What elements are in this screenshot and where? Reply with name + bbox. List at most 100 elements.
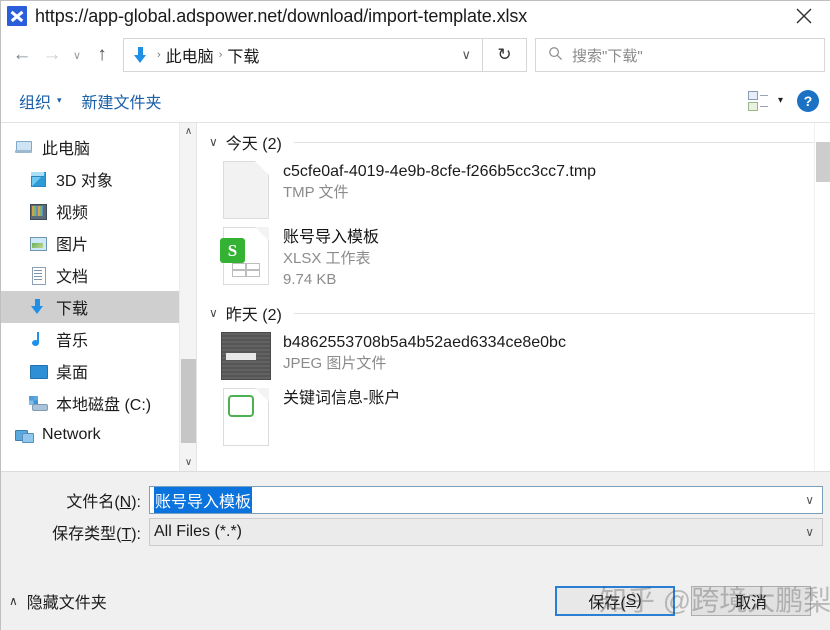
sidebar-item-label: 3D 对象 (56, 173, 113, 190)
sidebar-items: 此电脑 3D 对象 视频 图片 文档 下载 音乐 桌面 本地磁盘 (C:) Ne… (1, 123, 196, 451)
chevron-up-icon: ∧ (9, 594, 18, 608)
chevron-down-icon[interactable]: ∨ (209, 135, 218, 149)
chevron-down-icon[interactable]: ∨ (805, 493, 814, 507)
sidebar-item-music[interactable]: 音乐 (1, 323, 196, 355)
filename-label: 文件名(N): (66, 494, 141, 511)
file-group-label: 今天 (2) (225, 136, 282, 153)
file-type: XLSX 工作表 (283, 250, 371, 267)
file-group-header[interactable]: ∨ 今天 (2) (197, 127, 830, 157)
computer-icon (15, 138, 33, 156)
dialog-body: 此电脑 3D 对象 视频 图片 文档 下载 音乐 桌面 本地磁盘 (C:) Ne… (1, 123, 830, 471)
chevron-down-icon: ▾ (57, 95, 62, 105)
help-icon[interactable]: ? (797, 89, 819, 112)
chevron-down-icon[interactable]: ▾ (778, 95, 783, 106)
sidebar-item-label: 下载 (56, 301, 89, 318)
sidebar-item-label: 桌面 (56, 365, 89, 382)
file-group-header[interactable]: ∨ 昨天 (2) (197, 298, 830, 328)
hide-folders-button[interactable]: ∧ 隐藏文件夹 (9, 589, 107, 613)
organize-label: 组织 (19, 94, 52, 112)
organize-button[interactable]: 组织 ▾ (9, 86, 72, 116)
chevron-down-icon[interactable]: ∨ (805, 525, 814, 539)
sidebar-item-desktop[interactable]: 桌面 (1, 355, 196, 387)
xlsx-file-icon: S (220, 227, 269, 285)
new-folder-label: 新建文件夹 (81, 94, 162, 112)
chevron-down-icon[interactable]: ∨ (209, 306, 218, 320)
breadcrumb-item-downloads[interactable]: 下载 (227, 43, 259, 67)
sidebar-item-documents[interactable]: 文档 (1, 259, 196, 291)
forward-icon[interactable]: → (37, 38, 67, 72)
network-icon (15, 426, 34, 444)
search-input[interactable]: 搜索"下载" (535, 38, 825, 72)
file-thumbnail: S (220, 227, 271, 290)
file-thumbnail (221, 161, 271, 219)
sidebar-item-label: Network (42, 426, 101, 443)
up-icon[interactable]: ↑ (87, 38, 117, 72)
file-size: 9.74 KB (283, 271, 337, 288)
videos-icon (29, 202, 47, 220)
close-icon[interactable] (781, 1, 827, 31)
file-list-item[interactable]: b4862553708b5a4b52aed6334ce8e0bc JPEG 图片… (197, 328, 830, 384)
savetype-row: 保存类型(T): All Files (*.*) ∨ (1, 518, 830, 546)
address-bar[interactable]: › 此电脑 › 下载 ∨ (123, 38, 483, 72)
filename-value: 账号导入模板 (154, 487, 253, 513)
file-list-item[interactable]: 关键词信息-账户 (197, 384, 830, 450)
file-list-pane[interactable]: ∨ 今天 (2) c5cfe0af-4019-4e9b-8cfe-f266b5c… (196, 123, 830, 471)
file-list-item[interactable]: c5cfe0af-4019-4e9b-8cfe-f266b5cc3cc7.tmp… (197, 157, 830, 223)
file-list-item[interactable]: S 账号导入模板 XLSX 工作表 9.74 KB (197, 223, 830, 294)
file-type: JPEG 图片文件 (283, 355, 387, 372)
3d-objects-icon (29, 170, 47, 188)
file-details: 关键词信息-账户 (283, 388, 400, 446)
window-title: https://app-global.adspower.net/download… (35, 5, 528, 26)
navigation-bar: ← → ∨ ↑ › 此电脑 › 下载 ∨ ↻ 搜索"下载" (1, 31, 830, 79)
cancel-label: 取消 (734, 595, 767, 612)
divider (293, 312, 817, 314)
chevron-down-icon[interactable]: ∨ (454, 47, 478, 63)
sidebar-item-pictures[interactable]: 图片 (1, 227, 196, 259)
scrollbar-thumb[interactable] (181, 359, 196, 443)
filename-input[interactable]: 账号导入模板 ∨ (149, 486, 823, 514)
file-group-label: 昨天 (2) (225, 307, 282, 324)
file-type: TMP 文件 (283, 184, 349, 201)
recent-locations-icon[interactable]: ∨ (67, 38, 87, 72)
sidebar-item-3d-objects[interactable]: 3D 对象 (1, 163, 196, 195)
breadcrumb-item-this-pc[interactable]: 此电脑 (166, 43, 214, 67)
sidebar-item-label: 音乐 (56, 333, 89, 350)
sidebar-item-label: 视频 (56, 205, 89, 222)
local-disk-icon (29, 394, 48, 412)
cancel-button[interactable]: 取消 (691, 586, 811, 616)
sidebar-item-local-disk-c[interactable]: 本地磁盘 (C:) (1, 387, 196, 419)
sidebar-item-videos[interactable]: 视频 (1, 195, 196, 227)
file-details: 账号导入模板 XLSX 工作表 9.74 KB (283, 227, 379, 290)
sidebar-item-this-pc[interactable]: 此电脑 (1, 131, 196, 163)
breadcrumb-separator: › (218, 49, 223, 61)
file-list-scrollbar[interactable] (814, 123, 830, 471)
refresh-icon[interactable]: ↻ (483, 38, 527, 72)
title-bar: https://app-global.adspower.net/download… (1, 1, 830, 31)
file-thumbnail (221, 332, 271, 380)
scroll-down-icon[interactable]: ∨ (180, 454, 196, 471)
scrollbar-thumb[interactable] (816, 142, 830, 182)
save-button[interactable]: 保存(S) (555, 586, 675, 616)
sidebar-scrollbar[interactable]: ∧ ∨ (179, 123, 196, 471)
savetype-select[interactable]: All Files (*.*) ∨ (149, 518, 823, 546)
savetype-label: 保存类型(T): (52, 526, 141, 543)
jpeg-thumbnail-icon (221, 332, 271, 380)
search-icon (548, 46, 563, 65)
sidebar-item-label: 本地磁盘 (C:) (56, 397, 152, 414)
form-area: 文件名(N): 账号导入模板 ∨ 保存类型(T): All Files (*.*… (1, 471, 830, 571)
blank-file-icon (223, 161, 269, 219)
command-bar: 组织 ▾ 新建文件夹 ▾ ? (1, 79, 830, 123)
file-name: 账号导入模板 (283, 229, 380, 246)
scroll-up-icon[interactable]: ∧ (180, 123, 196, 140)
change-view-icon[interactable] (747, 90, 770, 112)
back-icon[interactable]: ← (7, 38, 37, 72)
dialog-footer: ∧ 隐藏文件夹 保存(S) 取消 (1, 571, 830, 630)
file-details: b4862553708b5a4b52aed6334ce8e0bc JPEG 图片… (283, 332, 566, 380)
new-folder-button[interactable]: 新建文件夹 (72, 86, 172, 116)
spreadsheet-file-icon (223, 388, 269, 446)
sidebar-item-downloads[interactable]: 下载 (1, 291, 196, 323)
command-bar-right: ▾ ? (747, 89, 830, 112)
file-name: 关键词信息-账户 (283, 390, 401, 407)
desktop-icon (29, 362, 48, 380)
sidebar-item-network[interactable]: Network (1, 419, 196, 451)
